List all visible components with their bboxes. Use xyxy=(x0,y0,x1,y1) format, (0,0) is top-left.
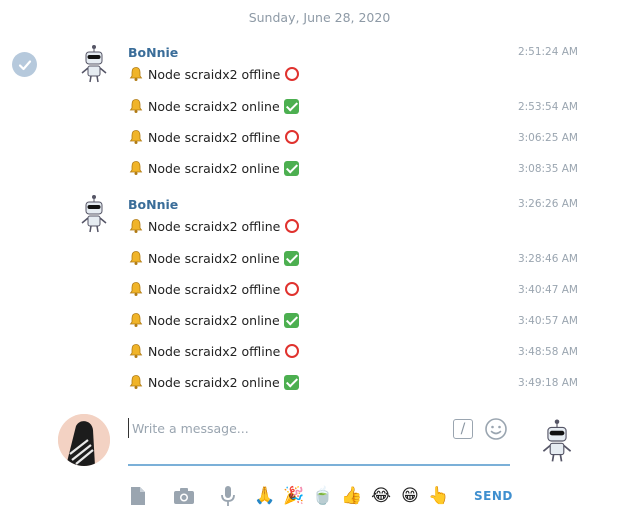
bell-icon xyxy=(128,343,144,359)
message-text: Node scraidx2 online xyxy=(148,374,280,390)
message[interactable]: Node scraidx2 offline 3:26:26 AM xyxy=(128,198,578,238)
emoji-thumbs-up-icon[interactable]: 👍 xyxy=(340,484,364,508)
bell-icon xyxy=(128,250,144,266)
bell-icon xyxy=(128,281,144,297)
online-check-icon xyxy=(283,160,299,176)
message-text: Node scraidx2 online xyxy=(148,160,280,176)
message[interactable]: Node scraidx2 online 3:28:46 AM xyxy=(128,250,578,270)
bot-avatar[interactable] xyxy=(79,44,109,84)
offline-circle-icon xyxy=(284,218,300,234)
message[interactable]: Node scraidx2 offline 3:06:25 AM xyxy=(128,129,578,149)
message-text: Node scraidx2 online xyxy=(148,250,280,266)
send-button[interactable]: SEND xyxy=(474,489,513,503)
message-time: 3:06:25 AM xyxy=(517,132,578,144)
message-text: Node scraidx2 online xyxy=(148,98,280,114)
message-text: Node scraidx2 offline xyxy=(148,281,281,297)
message[interactable]: Node scraidx2 offline 3:40:47 AM xyxy=(128,281,578,301)
bell-icon xyxy=(128,374,144,390)
message-text: Node scraidx2 offline xyxy=(148,66,281,82)
message-time: 3:26:26 AM xyxy=(517,198,578,210)
attach-file-icon[interactable] xyxy=(126,484,150,508)
emoji-tea-icon[interactable]: 🍵 xyxy=(311,484,335,508)
sender-name[interactable]: BoNnie xyxy=(128,197,178,212)
message-time: 2:51:24 AM xyxy=(517,46,578,58)
bell-icon xyxy=(128,98,144,114)
bell-icon xyxy=(128,218,144,234)
message-time: 3:40:57 AM xyxy=(517,315,578,327)
online-check-icon xyxy=(283,374,299,390)
message[interactable]: Node scraidx2 online 3:08:35 AM xyxy=(128,160,578,180)
offline-circle-icon xyxy=(284,129,300,145)
emoji-pointing-up-icon[interactable]: 👆 xyxy=(427,484,451,508)
camera-icon[interactable] xyxy=(172,484,196,508)
user-avatar[interactable] xyxy=(58,414,110,466)
message[interactable]: Node scraidx2 offline 2:51:24 AM xyxy=(128,46,578,86)
microphone-icon[interactable] xyxy=(216,484,240,508)
date-separator: Sunday, June 28, 2020 xyxy=(248,10,391,25)
message[interactable]: Node scraidx2 online 3:49:18 AM xyxy=(128,374,578,394)
emoji-button[interactable] xyxy=(484,417,508,441)
offline-circle-icon xyxy=(284,66,300,82)
composer-toolbar: 🙏 🎉 🍵 👍 😂 😁 👆 SEND xyxy=(0,484,639,510)
message-time: 3:48:58 AM xyxy=(517,346,578,358)
message-text: Node scraidx2 online xyxy=(148,312,280,328)
online-check-icon xyxy=(283,98,299,114)
offline-circle-icon xyxy=(284,343,300,359)
message-time: 2:53:54 AM xyxy=(517,101,578,113)
message-time: 3:28:46 AM xyxy=(517,253,578,265)
message[interactable]: Node scraidx2 online 2:53:54 AM xyxy=(128,98,578,118)
bot-commands-button[interactable]: / xyxy=(453,419,473,439)
message-input[interactable] xyxy=(128,418,428,438)
message[interactable]: Node scraidx2 offline 3:48:58 AM xyxy=(128,343,578,363)
bell-icon xyxy=(128,66,144,82)
bell-icon xyxy=(128,129,144,145)
bot-avatar[interactable] xyxy=(79,194,109,234)
message-text: Node scraidx2 offline xyxy=(148,343,281,359)
emoji-tears-of-joy-icon[interactable]: 😂 xyxy=(369,484,393,508)
selected-check-icon[interactable] xyxy=(12,52,37,77)
sender-name[interactable]: BoNnie xyxy=(128,45,178,60)
emoji-folded-hands-icon[interactable]: 🙏 xyxy=(253,484,277,508)
message-text: Node scraidx2 offline xyxy=(148,129,281,145)
emoji-grin-icon[interactable]: 😁 xyxy=(398,484,422,508)
message-time: 3:08:35 AM xyxy=(517,163,578,175)
message-time: 3:49:18 AM xyxy=(517,377,578,389)
offline-circle-icon xyxy=(284,281,300,297)
bot-sticker-preview[interactable] xyxy=(540,418,574,464)
message-text: Node scraidx2 offline xyxy=(148,218,281,234)
message-time: 3:40:47 AM xyxy=(517,284,578,296)
bell-icon xyxy=(128,312,144,328)
emoji-party-popper-icon[interactable]: 🎉 xyxy=(282,484,306,508)
online-check-icon xyxy=(283,250,299,266)
bell-icon xyxy=(128,160,144,176)
online-check-icon xyxy=(283,312,299,328)
message[interactable]: Node scraidx2 online 3:40:57 AM xyxy=(128,312,578,332)
